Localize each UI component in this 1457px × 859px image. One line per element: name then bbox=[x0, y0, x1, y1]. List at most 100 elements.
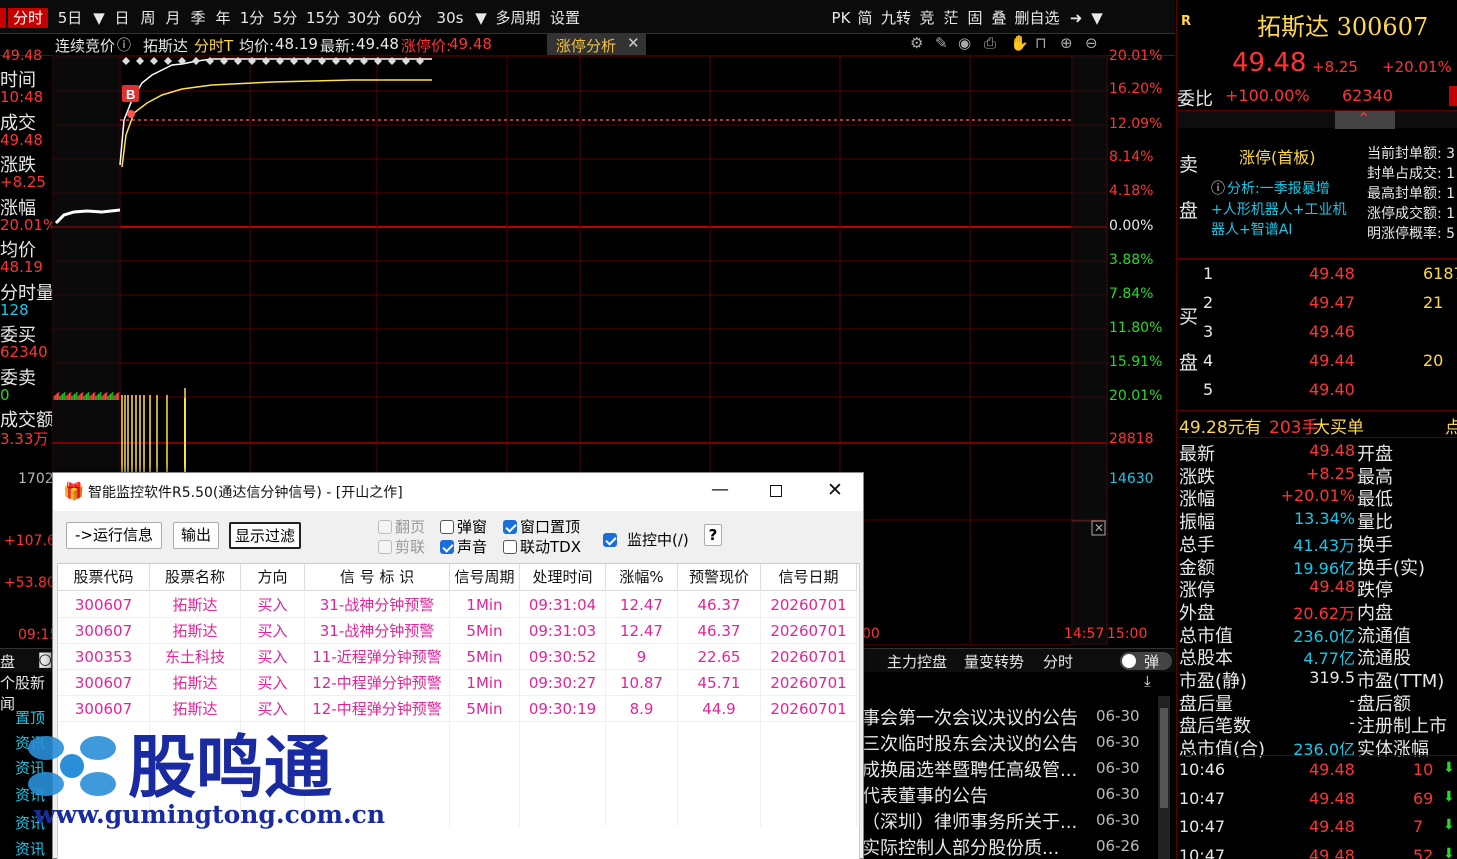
maximize-icon[interactable] bbox=[770, 485, 782, 497]
chevron-up-icon[interactable]: ⌃ bbox=[1335, 109, 1395, 129]
checkbox-label: 弹窗 bbox=[457, 518, 488, 536]
news-title-5[interactable]: 实际控制人部分股份质... bbox=[862, 834, 1059, 859]
collapse-bar[interactable]: ⌃ bbox=[1177, 109, 1457, 129]
zoom-in-icon[interactable]: ⊕ bbox=[1060, 34, 1073, 52]
download-icon[interactable]: ⤓ bbox=[1144, 672, 1151, 690]
news-scrollbar[interactable] bbox=[1158, 696, 1170, 859]
chevron-down-icon[interactable]: ▼ bbox=[1090, 8, 1104, 28]
table-row[interactable]: 300607 拓斯达 买入 31-战神分钟预警 5Min 09:31:03 12.47 46.… bbox=[58, 618, 861, 644]
checkbox-sound[interactable]: 声音 bbox=[440, 536, 487, 557]
checkbox-window-top[interactable]: 窗口置顶 bbox=[503, 516, 580, 537]
column-header-1[interactable]: 股票名称 bbox=[150, 564, 241, 591]
gear-icon[interactable]: ⚙ bbox=[910, 34, 923, 52]
empty-cell bbox=[761, 748, 857, 774]
news-scrollbar-thumb[interactable] bbox=[1160, 708, 1168, 808]
minimize-icon[interactable]: — bbox=[711, 479, 729, 500]
column-header-4[interactable]: 信号周期 bbox=[450, 564, 520, 591]
tb-jing[interactable]: 竞 bbox=[918, 8, 936, 28]
tab-multi-period[interactable]: 多周期 bbox=[493, 8, 543, 28]
close-icon[interactable]: ✕ bbox=[627, 34, 640, 52]
news-tab-info-2[interactable]: 资讯 bbox=[15, 757, 45, 778]
tb-pk[interactable]: PK bbox=[831, 8, 851, 28]
signal-b-label: B bbox=[126, 87, 135, 102]
close-icon[interactable]: ✕ bbox=[827, 479, 843, 501]
table-row[interactable]: 300607 拓斯达 买入 31-战神分钟预警 1Min 09:31:04 12.47 46.… bbox=[58, 592, 861, 618]
tb-die[interactable]: 叠 bbox=[990, 8, 1008, 28]
chevron-down-icon[interactable]: ▼ bbox=[92, 8, 106, 28]
tab-season[interactable]: 季 bbox=[188, 8, 208, 28]
column-header-7[interactable]: 预警现价 bbox=[678, 564, 761, 591]
column-header-6[interactable]: 涨幅% bbox=[606, 564, 678, 591]
bottom-tab-main-control[interactable]: 主力控盘 bbox=[887, 651, 947, 672]
tb-mang[interactable]: 茫 bbox=[942, 8, 960, 28]
bid-levels: 1 49.48 6187 2 49.47 21 3 49.46 4 49.44 20 5 49.40 bbox=[1197, 264, 1457, 409]
help-button[interactable]: ? bbox=[704, 524, 722, 546]
tab-month[interactable]: 月 bbox=[163, 8, 183, 28]
stat-value-7: 20.62万 bbox=[1293, 603, 1355, 623]
checkbox-clip[interactable]: 剪联 bbox=[378, 536, 425, 557]
tab-15min[interactable]: 15分 bbox=[305, 8, 341, 28]
checkbox-popup[interactable]: 弹窗 bbox=[440, 516, 487, 537]
tab-1min[interactable]: 1分 bbox=[238, 8, 266, 28]
news-tab-info-1[interactable]: 资讯 bbox=[15, 732, 45, 753]
news-title-0[interactable]: 事会第一次会议决议的公告 bbox=[862, 704, 1078, 730]
table-row[interactable]: 300607 拓斯达 买入 12-中程弹分钟预警 1Min 09:30:27 10.87 45… bbox=[58, 670, 861, 696]
camera-icon[interactable]: ◙ bbox=[38, 650, 53, 668]
pen-icon[interactable]: ✎ bbox=[935, 34, 948, 52]
news-date-4: 06-30 bbox=[1096, 811, 1140, 829]
column-header-8[interactable]: 信号日期 bbox=[761, 564, 857, 591]
tab-60min[interactable]: 60分 bbox=[387, 8, 423, 28]
column-header-3[interactable]: 信 号 标 识 bbox=[305, 564, 450, 591]
tab-30min[interactable]: 30分 bbox=[346, 8, 382, 28]
checkbox-page-turn[interactable]: 翻页 bbox=[378, 516, 425, 537]
bottom-tab-fenshi[interactable]: 分时 bbox=[1043, 651, 1073, 672]
tb-delete-watchlist[interactable]: 删自选 bbox=[1013, 8, 1061, 28]
bottom-tab-volume-trend[interactable]: 量变转势 bbox=[964, 651, 1024, 672]
chart-type[interactable]: 分时T bbox=[194, 35, 233, 56]
bottom-tab-pan[interactable]: 盘 bbox=[0, 651, 15, 672]
print-icon[interactable]: ⎙ bbox=[984, 34, 996, 52]
info-icon[interactable]: ⓘ bbox=[117, 35, 131, 55]
table-row[interactable]: 300607 拓斯达 买入 12-中程弹分钟预警 5Min 09:30:19 8.9 44.9… bbox=[58, 696, 861, 722]
tab-30s[interactable]: 30s bbox=[436, 8, 464, 28]
table-row[interactable]: 300353 东土科技 买入 11-近程弹分钟预警 5Min 09:30:52 9 22.65… bbox=[58, 644, 861, 670]
time-label-3: 15:00 bbox=[1107, 626, 1148, 642]
tb-simple[interactable]: 简 bbox=[856, 8, 874, 28]
zoom-out-icon[interactable]: ⊖ bbox=[1085, 34, 1098, 52]
tab-limit-analysis[interactable]: 涨停分析 ✕ bbox=[547, 34, 646, 55]
tab-year[interactable]: 年 bbox=[213, 8, 233, 28]
checkbox-link-tdx[interactable]: 联动TDX bbox=[503, 536, 581, 557]
news-title-2[interactable]: 成换届选举暨聘任高级管... bbox=[862, 756, 1077, 782]
dialog-titlebar[interactable]: 🎁 智能监控软件R5.50(通达信分钟信号) - [开山之作] — ✕ bbox=[53, 473, 863, 511]
news-title-1[interactable]: 三次临时股东会决议的公告 bbox=[862, 730, 1078, 756]
checkbox-monitoring[interactable]: 监控中(/) bbox=[603, 529, 689, 550]
eye-icon[interactable]: ◉ bbox=[958, 34, 971, 52]
tab-5day[interactable]: 5日 bbox=[54, 8, 86, 28]
tab-5min[interactable]: 5分 bbox=[271, 8, 299, 28]
news-tab-info-5[interactable]: 资讯 bbox=[15, 838, 45, 859]
output-button[interactable]: 输出 bbox=[173, 522, 219, 549]
chevron-down-icon[interactable]: ▼ bbox=[474, 8, 488, 28]
show-filter-button[interactable]: 显示过滤 bbox=[229, 522, 301, 549]
tab-fenshi[interactable]: 分时 bbox=[8, 8, 48, 28]
tb-gu[interactable]: 固 bbox=[966, 8, 984, 28]
news-title-3[interactable]: 代表董事的公告 bbox=[862, 782, 988, 808]
news-tab-info-4[interactable]: 资讯 bbox=[15, 812, 45, 833]
arrow-right-icon[interactable]: ➜ bbox=[1066, 8, 1086, 28]
tab-week[interactable]: 周 bbox=[138, 8, 158, 28]
run-info-button[interactable]: ->运行信息 bbox=[66, 522, 162, 549]
column-header-0[interactable]: 股票代码 bbox=[58, 564, 150, 591]
popup-toggle[interactable]: 弹 bbox=[1120, 652, 1172, 671]
news-tab-top[interactable]: 置顶 bbox=[15, 707, 45, 728]
hand-icon[interactable]: ✋ bbox=[1010, 34, 1029, 52]
column-header-5[interactable]: 处理时间 bbox=[520, 564, 606, 591]
lock-icon[interactable]: ⊓ bbox=[1035, 34, 1047, 52]
news-tab-info-3[interactable]: 资讯 bbox=[15, 784, 45, 805]
tab-day[interactable]: 日 bbox=[112, 8, 132, 28]
monitor-dialog: 🎁 智能监控软件R5.50(通达信分钟信号) - [开山之作] — ✕ ->运行… bbox=[52, 472, 864, 859]
column-header-2[interactable]: 方向 bbox=[241, 564, 305, 591]
big-order-line[interactable]: 49.28元有 203手 大买单 点 bbox=[1177, 410, 1457, 438]
tb-jiuzhuan[interactable]: 九转 bbox=[879, 8, 913, 28]
news-title-4[interactable]: （深圳）律师事务所关于... bbox=[862, 808, 1077, 834]
tab-settings[interactable]: 设置 bbox=[549, 8, 581, 28]
